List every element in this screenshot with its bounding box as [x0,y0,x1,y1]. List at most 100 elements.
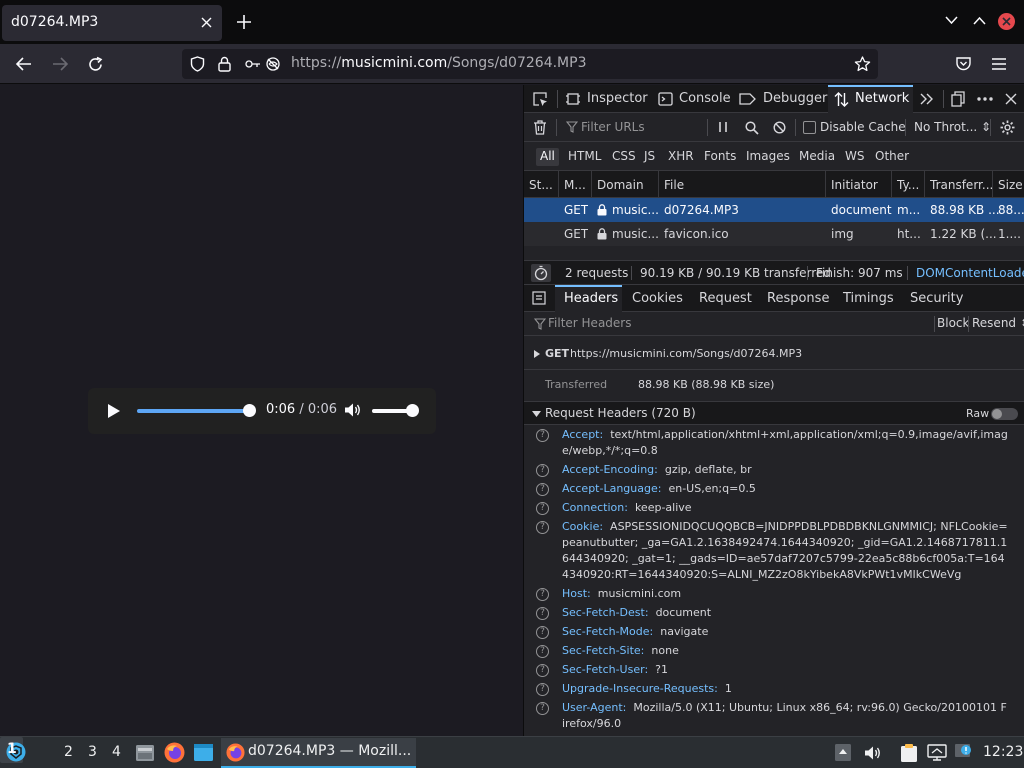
search-icon[interactable] [745,121,759,135]
column-size[interactable]: Size [998,178,1024,192]
filter-ws-button[interactable]: WS [841,148,868,166]
filter-html-button[interactable]: HTML [564,148,605,166]
workspace-2[interactable]: 2 [64,744,73,760]
resend-button[interactable]: Resend ⇕ [972,316,1024,330]
file-manager-icon[interactable] [135,743,155,763]
pocket-icon[interactable] [955,56,972,72]
header-item[interactable]: ? Sec-Fetch-Mode: navigate [524,623,1024,642]
disable-cache-checkbox[interactable] [803,121,816,134]
hamburger-menu-icon[interactable] [991,57,1007,71]
column-transferred[interactable]: Transferr... [930,178,992,192]
more-tabs-chevron-icon[interactable] [920,93,933,105]
filter-other-button[interactable]: Other [871,148,913,166]
tab-inspector[interactable]: Inspector [562,85,648,113]
filter-urls-input[interactable]: Filter URLs [581,120,645,134]
request-row[interactable]: GET music... d07264.MP3 document m... 88… [524,198,1024,222]
summary-url[interactable]: https://musicmini.com/Songs/d07264.MP3 [570,347,802,360]
bookmark-star-icon[interactable] [854,56,871,72]
seek-bar[interactable] [137,409,249,413]
close-tab-icon[interactable] [201,17,212,28]
column-file[interactable]: File [664,178,824,192]
pause-icon[interactable] [718,121,728,133]
help-question-icon[interactable]: ? [536,483,549,496]
header-item[interactable]: ? Sec-Fetch-Site: none [524,642,1024,661]
tab-response[interactable]: Response [759,285,829,312]
filter-xhr-button[interactable]: XHR [664,148,698,166]
help-question-icon[interactable]: ? [536,626,549,639]
help-question-icon[interactable]: ? [536,683,549,696]
close-devtools-icon[interactable] [1005,93,1017,105]
tab-timings[interactable]: Timings [835,285,895,312]
trash-icon[interactable] [533,120,547,135]
block-button[interactable]: Block [937,316,969,330]
clock[interactable]: 12:23 [983,744,1023,760]
tab-cookies[interactable]: Cookies [624,285,686,312]
tab-request[interactable]: Request [691,285,753,312]
column-method[interactable]: M... [564,178,588,192]
help-question-icon[interactable]: ? [536,502,549,515]
help-question-icon[interactable]: ? [536,429,549,442]
help-question-icon[interactable]: ? [536,664,549,677]
volume-handle[interactable] [406,404,419,417]
workspace-4[interactable]: 4 [112,744,121,760]
help-question-icon[interactable]: ? [536,588,549,601]
new-tab-icon[interactable] [236,14,252,30]
throttle-select[interactable]: No Throt... ⇕ [914,120,991,134]
back-arrow-icon[interactable] [15,56,33,72]
help-question-icon[interactable]: ? [536,645,549,658]
maximize-icon[interactable] [973,16,986,25]
request-headers-section-title[interactable]: Request Headers (720 B) Raw [524,401,1024,425]
help-question-icon[interactable]: ? [536,702,549,715]
lock-icon[interactable] [218,56,231,72]
performance-stopwatch-icon[interactable] [531,264,551,282]
updates-tray-icon[interactable] [954,743,973,762]
desktop-window-icon[interactable] [193,743,214,762]
header-item[interactable]: ? Upgrade-Insecure-Requests: 1 [524,680,1024,699]
request-row[interactable]: GET music... favicon.ico img ht... 1.22 … [524,222,1024,246]
tracking-shield-icon[interactable] [190,56,205,72]
forward-arrow-icon[interactable] [51,56,69,72]
tab-network[interactable]: Network [828,85,913,113]
filter-all-button[interactable]: All [536,148,559,166]
block-icon[interactable] [773,121,786,134]
more-options-icon[interactable] [977,97,993,101]
volume-tray-icon[interactable] [864,745,882,761]
header-item[interactable]: ? Sec-Fetch-Dest: document [524,604,1024,623]
window-close-icon[interactable] [998,13,1015,30]
workspace-3[interactable]: 3 [88,744,97,760]
volume-icon[interactable] [344,402,362,418]
dock-side-icon[interactable] [951,91,965,107]
reload-icon[interactable] [87,56,104,73]
tray-expand-icon[interactable] [834,743,852,762]
help-question-icon[interactable]: ? [536,607,549,620]
url-text[interactable]: https://musicmini.com/Songs/d07264.MP3 [291,55,586,71]
filter-js-button[interactable]: JS [640,148,659,166]
tab-headers[interactable]: Headers [555,285,622,312]
settings-gear-icon[interactable] [1000,120,1015,135]
header-item[interactable]: ? Host: musicmini.com [524,585,1024,604]
clipboard-tray-icon[interactable] [900,743,918,763]
raw-toggle[interactable] [991,408,1018,420]
filter-fonts-button[interactable]: Fonts [700,148,740,166]
firefox-launcher-icon[interactable] [164,742,185,763]
browser-tab[interactable]: d07264.MP3 [2,5,222,41]
expand-triangle-icon[interactable] [534,350,540,358]
toggle-sidebar-icon[interactable] [532,291,546,305]
header-item[interactable]: ? User-Agent: Mozilla/5.0 (X11; Ubuntu; L… [524,699,1024,734]
filter-headers-input[interactable]: Filter Headers [548,316,631,330]
column-type[interactable]: Ty... [897,178,923,192]
permissions-icon[interactable] [244,56,282,72]
taskbar-window-firefox[interactable]: d07264.MP3 — Mozill... [221,738,416,768]
seek-handle[interactable] [243,404,256,417]
tab-debugger[interactable]: Debugger [734,85,827,113]
column-status[interactable]: St... [529,178,554,192]
filter-media-button[interactable]: Media [795,148,839,166]
column-domain[interactable]: Domain [597,178,657,192]
header-item[interactable]: ? Accept-Language: en-US,en;q=0.5 [524,480,1024,499]
header-item[interactable]: ? Sec-Fetch-User: ?1 [524,661,1024,680]
tab-console[interactable]: Console [652,85,731,113]
header-item[interactable]: ? Accept-Encoding: gzip, deflate, br [524,461,1024,480]
minimize-icon[interactable] [945,16,958,25]
network-tray-icon[interactable] [927,744,947,761]
filter-images-button[interactable]: Images [742,148,794,166]
